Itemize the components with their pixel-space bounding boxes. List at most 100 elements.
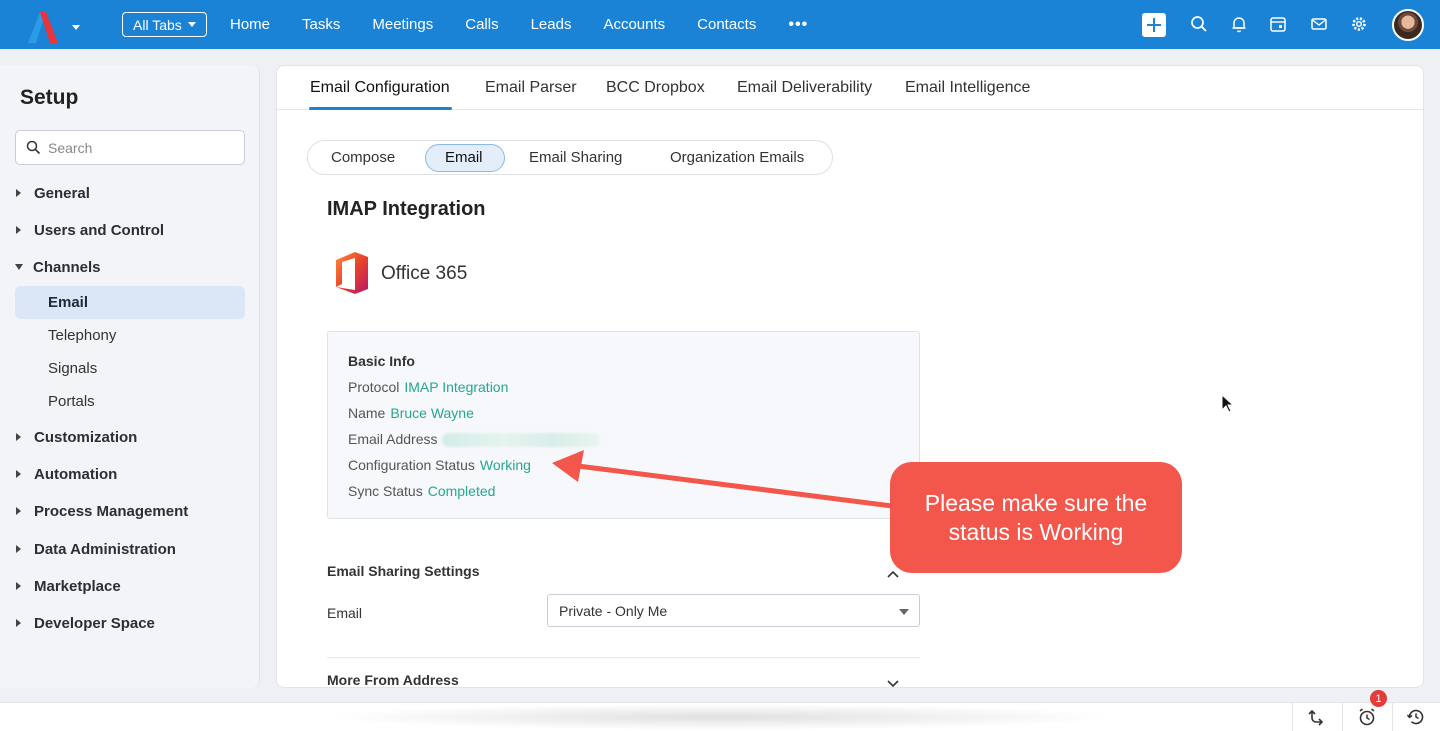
search-icon — [26, 140, 41, 160]
sidebar-group-automation[interactable]: Automation — [15, 463, 245, 485]
email-settings-tabs: Email Configuration Email Parser BCC Dro… — [277, 66, 1423, 110]
redacted-email-value — [442, 433, 601, 448]
sidebar-group-marketplace[interactable]: Marketplace — [15, 575, 245, 597]
caret-right-icon — [16, 433, 21, 441]
reminder-count-badge: 1 — [1370, 690, 1387, 707]
email-sharing-selected-value: Private - Only Me — [559, 603, 668, 619]
configuration-status-value: Working — [479, 457, 531, 473]
caret-right-icon — [16, 189, 21, 197]
caret-down-icon — [15, 264, 23, 270]
protocol-row: Protocol IMAP Integration — [348, 379, 508, 395]
basic-info-title: Basic Info — [348, 353, 415, 369]
chevron-down-icon — [187, 22, 196, 27]
main-panel: Email Configuration Email Parser BCC Dro… — [276, 65, 1424, 688]
sidebar-group-label: Channels — [33, 258, 101, 276]
nav-tasks[interactable]: Tasks — [302, 16, 340, 33]
sidebar-group-process-management[interactable]: Process Management — [15, 500, 245, 522]
email-sharing-settings-title: Email Sharing Settings — [327, 563, 480, 579]
tab-email-configuration[interactable]: Email Configuration — [310, 79, 450, 97]
sidebar-group-data-administration[interactable]: Data Administration — [15, 538, 245, 560]
sidebar-group-label: Automation — [34, 465, 118, 483]
bell-icon[interactable] — [1228, 13, 1250, 35]
sidebar-group-label: Customization — [34, 428, 138, 446]
history-icon[interactable] — [1405, 706, 1427, 728]
user-avatar[interactable] — [1392, 9, 1424, 41]
plus-icon[interactable] — [1142, 13, 1166, 37]
configuration-status-label: Configuration Status — [348, 457, 475, 473]
app-logo[interactable] — [24, 10, 84, 44]
main-nav: Home Tasks Meetings Calls Leads Accounts… — [230, 0, 808, 49]
calendar-icon[interactable] — [1267, 13, 1289, 35]
office-365-logo — [333, 250, 371, 296]
email-sharing-select[interactable]: Private - Only Me — [547, 594, 920, 627]
email-address-label: Email Address — [348, 431, 438, 447]
subtab-organization-emails[interactable]: Organization Emails — [670, 149, 804, 166]
mail-icon[interactable] — [1308, 13, 1330, 35]
subtab-compose[interactable]: Compose — [331, 149, 395, 166]
setup-search-input[interactable] — [48, 138, 233, 158]
bottom-shadow — [320, 704, 1120, 730]
more-tabs-icon[interactable]: ••• — [788, 16, 808, 34]
gear-icon[interactable] — [1348, 13, 1370, 35]
caret-right-icon — [16, 507, 21, 515]
annotation-arrow — [552, 450, 895, 509]
sync-status-row: Sync Status Completed — [348, 483, 495, 499]
nav-leads[interactable]: Leads — [531, 16, 572, 33]
more-from-address-title[interactable]: More From Address — [327, 672, 459, 687]
toolbar-separator — [1392, 703, 1393, 731]
toolbar-separator — [1292, 703, 1293, 731]
sidebar-group-label: General — [34, 184, 90, 202]
sidebar-group-general[interactable]: General — [15, 182, 245, 204]
email-address-row: Email Address — [348, 431, 601, 448]
nav-calls[interactable]: Calls — [465, 16, 498, 33]
sync-status-label: Sync Status — [348, 483, 423, 499]
tab-bcc-dropbox[interactable]: BCC Dropbox — [606, 79, 705, 97]
email-subtabs: Compose Email Email Sharing Organization… — [307, 140, 833, 175]
toolbar-separator — [1342, 703, 1343, 731]
sidebar-item-telephony[interactable]: Telephony — [15, 319, 245, 352]
caret-right-icon — [16, 470, 21, 478]
sidebar-group-channels[interactable]: Channels — [15, 256, 245, 278]
switch-icon[interactable] — [1306, 706, 1328, 728]
sidebar-group-label: Data Administration — [34, 540, 176, 558]
tab-email-parser[interactable]: Email Parser — [485, 79, 577, 97]
sidebar-group-customization[interactable]: Customization — [15, 426, 245, 448]
all-tabs-button[interactable]: All Tabs — [122, 12, 207, 37]
sidebar-group-developer-space[interactable]: Developer Space — [15, 612, 245, 634]
sidebar-group-label: Marketplace — [34, 577, 121, 595]
alarm-clock-icon[interactable] — [1356, 706, 1378, 728]
sync-status-value: Completed — [427, 483, 496, 499]
tab-email-intelligence[interactable]: Email Intelligence — [905, 79, 1030, 97]
caret-right-icon — [16, 619, 21, 627]
sidebar-item-portals[interactable]: Portals — [15, 385, 245, 418]
protocol-value: IMAP Integration — [404, 379, 509, 395]
sidebar-group-label: Process Management — [34, 502, 189, 520]
chevron-down-icon[interactable] — [887, 675, 899, 687]
sidebar-group-users-and-control[interactable]: Users and Control — [15, 219, 245, 241]
subtab-email-sharing[interactable]: Email Sharing — [529, 149, 622, 166]
section-divider — [327, 657, 920, 658]
subtab-email[interactable]: Email — [445, 149, 483, 166]
sidebar-item-email[interactable]: Email — [15, 286, 245, 319]
caret-down-icon — [899, 609, 909, 615]
nav-accounts[interactable]: Accounts — [603, 16, 665, 33]
nav-contacts[interactable]: Contacts — [697, 16, 756, 33]
configuration-status-row: Configuration Status Working — [348, 457, 531, 473]
sidebar-group-label: Users and Control — [34, 221, 165, 239]
search-icon[interactable] — [1188, 13, 1210, 35]
provider-name: Office 365 — [381, 263, 468, 284]
tab-email-deliverability[interactable]: Email Deliverability — [737, 79, 872, 97]
protocol-label: Protocol — [348, 379, 400, 395]
setup-title: Setup — [20, 86, 79, 109]
caret-right-icon — [16, 545, 21, 553]
annotation-callout: Please make sure the status is Working — [890, 462, 1182, 573]
name-label: Name — [348, 405, 386, 421]
active-tab-indicator — [309, 107, 452, 110]
all-tabs-label: All Tabs — [133, 16, 182, 33]
nav-home[interactable]: Home — [230, 16, 270, 33]
nav-meetings[interactable]: Meetings — [372, 16, 433, 33]
setup-search-box[interactable] — [15, 130, 245, 165]
name-value: Bruce Wayne — [390, 405, 474, 421]
name-row: Name Bruce Wayne — [348, 405, 474, 421]
sidebar-item-signals[interactable]: Signals — [15, 352, 245, 385]
